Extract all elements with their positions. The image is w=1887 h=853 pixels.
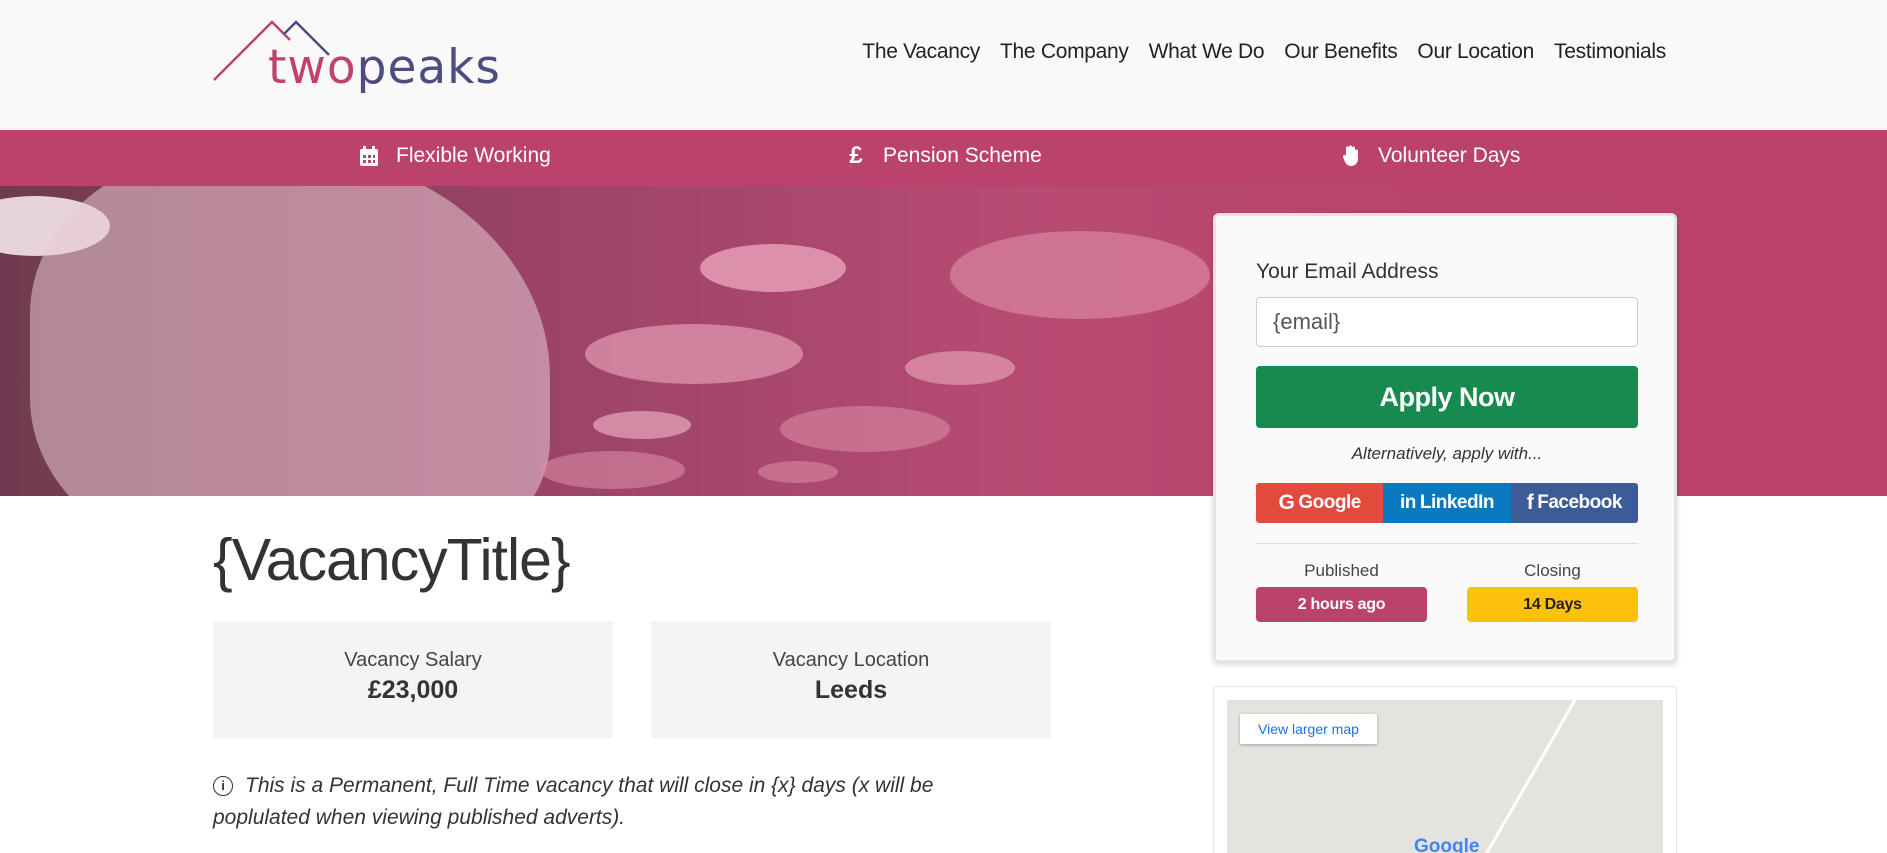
nav-testimonials[interactable]: Testimonials [1554,40,1666,64]
info-icon: i [213,776,233,796]
hand-icon [1340,144,1362,168]
map-card: View larger map Google [1213,686,1677,853]
closing-block: Closing 14 Days [1467,561,1638,622]
nav-our-benefits[interactable]: Our Benefits [1284,40,1397,64]
location-box: Vacancy Location Leeds [651,621,1051,738]
google-label: Google [1298,492,1361,513]
embedded-map[interactable]: View larger map Google [1227,700,1663,853]
nav-our-location[interactable]: Our Location [1417,40,1534,64]
nav-the-vacancy[interactable]: The Vacancy [862,40,980,64]
vacancy-title: {VacancyTitle} [213,527,571,593]
calendar-icon [358,144,380,168]
published-badge: 2 hours ago [1256,587,1427,622]
nav-what-we-do[interactable]: What We Do [1149,40,1265,64]
facebook-icon: f [1526,491,1534,514]
published-label: Published [1304,561,1379,580]
site-header: twopeaks The Vacancy The Company What We… [0,0,1887,130]
linkedin-icon: in [1399,492,1416,513]
salary-label: Vacancy Salary [344,649,482,671]
logo-peaks-text: peaks [356,40,501,95]
published-block: Published 2 hours ago [1256,561,1427,622]
vacancy-note: i This is a Permanent, Full Time vacancy … [213,770,973,834]
pound-icon: £ [849,142,863,169]
alternative-apply-text: Alternatively, apply with... [1351,444,1543,463]
card-divider [1256,543,1638,544]
view-larger-map-link[interactable]: View larger map [1240,714,1377,744]
email-field[interactable] [1256,297,1638,347]
benefit-label: Flexible Working [396,144,551,167]
benefit-label: Pension Scheme [883,144,1042,167]
closing-badge: 14 Days [1467,587,1638,622]
twopeaks-logo[interactable]: twopeaks [212,18,500,95]
facebook-label: Facebook [1537,492,1622,513]
benefit-flexible-working: Flexible Working [358,144,551,168]
vacancy-note-text: This is a Permanent, Full Time vacancy t… [213,774,934,829]
benefit-pension-scheme: £ Pension Scheme [845,142,1042,169]
benefit-label: Volunteer Days [1378,144,1521,167]
social-apply-group: G Google in LinkedIn f Facebook [1256,483,1638,523]
location-label: Vacancy Location [772,649,930,671]
nav-the-company[interactable]: The Company [1000,40,1129,64]
facebook-apply-button[interactable]: f Facebook [1510,483,1638,523]
apply-card: Your Email Address Apply Now Alternative… [1213,213,1677,663]
logo-two-text: two [268,40,357,95]
salary-value: £23,000 [367,676,459,704]
benefit-volunteer-days: Volunteer Days [1340,144,1520,168]
google-icon: G [1278,491,1295,514]
email-label: Your Email Address [1256,260,1439,283]
linkedin-apply-button[interactable]: in LinkedIn [1383,483,1511,523]
linkedin-label: LinkedIn [1419,492,1495,513]
apply-now-button[interactable]: Apply Now [1256,366,1638,428]
location-value: Leeds [814,676,888,704]
google-apply-button[interactable]: G Google [1256,483,1384,523]
main-nav: The Vacancy The Company What We Do Our B… [862,40,1666,64]
logo-wordmark: twopeaks [268,40,501,95]
closing-label: Closing [1524,561,1581,580]
benefits-bar: Flexible Working £ Pension Scheme Volunt… [0,130,1887,186]
salary-box: Vacancy Salary £23,000 [213,621,613,738]
google-map-logo: Google [1414,836,1480,853]
